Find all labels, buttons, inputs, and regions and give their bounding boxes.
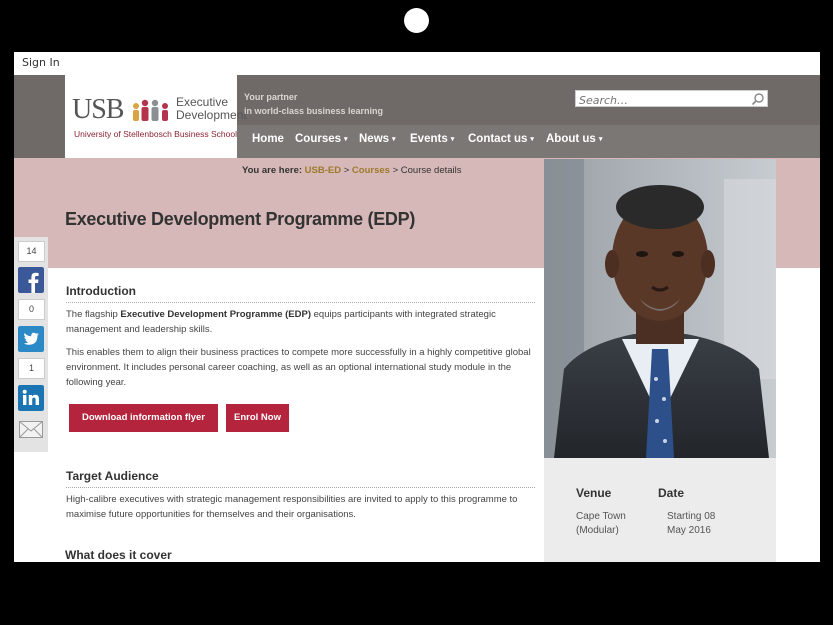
social-share-bar: 14 0 1 <box>14 237 48 452</box>
breadcrumb-courses[interactable]: Courses <box>352 165 390 176</box>
linkedin-icon[interactable] <box>18 385 44 411</box>
enrol-now-button[interactable]: Enrol Now <box>226 404 289 432</box>
page-body: You are here: USB-ED > Courses > Course … <box>14 158 820 562</box>
nav-home[interactable]: Home <box>252 133 284 145</box>
search-input[interactable] <box>576 93 746 108</box>
breadcrumb-usb-ed[interactable]: USB-ED <box>305 165 341 176</box>
site-header: USB Executive Development University of … <box>14 75 820 158</box>
what-does-it-cover-heading: What does it cover <box>65 548 172 562</box>
twitter-icon[interactable] <box>18 326 44 352</box>
twitter-count: 0 <box>18 299 45 320</box>
nav-courses[interactable]: Courses ▾ <box>295 133 348 145</box>
nav-news[interactable]: News ▾ <box>359 133 396 145</box>
top-bar: Sign In <box>14 52 820 75</box>
venue-value: Cape Town (Modular) <box>576 511 626 536</box>
venue-label: Venue <box>576 486 612 500</box>
facebook-icon[interactable] <box>18 267 44 293</box>
nav-contact[interactable]: Contact us ▾ <box>468 133 534 145</box>
chevron-down-icon: ▾ <box>598 135 603 143</box>
breadcrumb: You are here: USB-ED > Courses > Course … <box>242 165 462 176</box>
logo-subtitle: University of Stellenbosch Business Scho… <box>74 129 237 139</box>
sign-in-link[interactable]: Sign In <box>22 56 60 69</box>
chevron-down-icon: ▾ <box>392 135 396 143</box>
date-value: Starting 08 May 2016 <box>667 511 716 536</box>
page-title: Executive Development Programme (EDP) <box>65 209 416 229</box>
intro-paragraph-2: This enables them to align their busines… <box>66 347 531 388</box>
device-camera <box>404 8 429 33</box>
nav-events[interactable]: Events ▾ <box>410 133 454 145</box>
search-icon[interactable] <box>751 92 765 106</box>
breadcrumb-current: Course details <box>400 165 462 176</box>
course-info-box: Venue Date Cape Town (Modular) Starting … <box>544 458 776 562</box>
chevron-down-icon: ▾ <box>450 135 455 143</box>
browser-viewport: Sign In USB Executive Development Univer… <box>14 52 820 562</box>
date-label: Date <box>658 486 685 500</box>
logo-mark-icon <box>133 99 168 121</box>
search-box <box>575 90 768 108</box>
nav-about[interactable]: About us ▾ <box>546 133 602 145</box>
hero-portrait-image <box>544 159 776 458</box>
email-icon[interactable] <box>18 416 44 442</box>
download-flyer-button[interactable]: Download information flyer <box>69 404 218 432</box>
main-nav: Home Courses ▾ News ▾ Events ▾ Contact us ▾ … <box>237 125 820 158</box>
chevron-down-icon: ▾ <box>344 135 348 143</box>
logo-usb-text: USB <box>72 94 124 125</box>
chevron-down-icon: ▾ <box>530 135 534 143</box>
linkedin-count: 1 <box>18 358 45 379</box>
logo-exec-text: Executive Development <box>176 95 247 122</box>
intro-paragraph-1: The flagship Executive Development Progr… <box>66 309 496 335</box>
facebook-count: 14 <box>18 241 45 262</box>
site-tagline: Your partner in world-class business lea… <box>244 92 384 116</box>
intro-heading: Introduction <box>66 284 136 298</box>
site-logo[interactable]: USB Executive Development University of … <box>65 75 247 158</box>
target-audience-text: High-calibre executives with strategic m… <box>66 494 518 520</box>
target-audience-heading: Target Audience <box>66 469 159 483</box>
